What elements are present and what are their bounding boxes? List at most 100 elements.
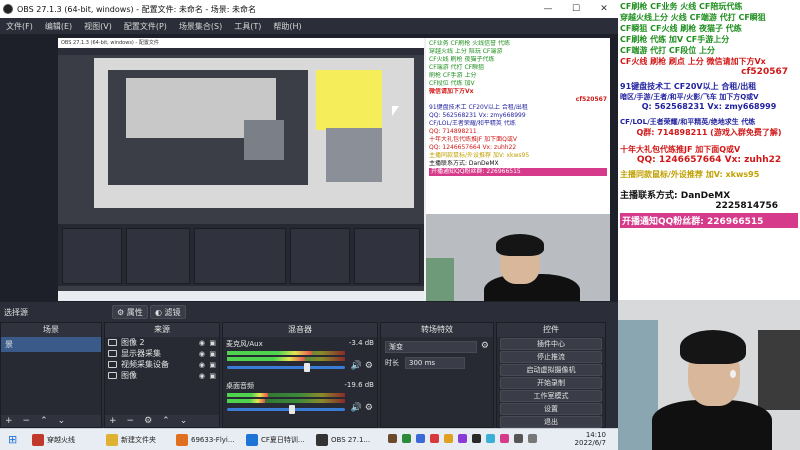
transition-select[interactable]: 渐变: [385, 341, 477, 353]
source-item[interactable]: 图像 ◉ ▣: [105, 370, 219, 381]
tray-app-icon[interactable]: [486, 434, 495, 443]
taskbar-clock[interactable]: 14:10 2022/6/7: [560, 431, 606, 447]
speaker-icon[interactable]: 🔊: [351, 403, 362, 413]
promo-line: 2225814756: [715, 201, 778, 211]
add-source-icon[interactable]: +: [109, 416, 117, 426]
source-down-icon[interactable]: ⌄: [180, 416, 188, 426]
tray-app-icon[interactable]: [388, 434, 397, 443]
source-settings-icon[interactable]: ⚙: [144, 416, 152, 426]
earphone-icon: [730, 370, 736, 378]
source-item-label: 图像 2: [121, 338, 145, 347]
tray-app-icon[interactable]: [402, 434, 411, 443]
source-item[interactable]: 图像 2 ◉ ▣: [105, 337, 219, 348]
stream-promo-overlay: CF刷枪 CF业务 火线 CF陪玩代练 穿越火线上分 火线 CF端游 代打 CF…: [618, 0, 800, 300]
menu-help[interactable]: 帮助(H): [273, 21, 301, 32]
preview-area[interactable]: OBS 27.1.3 (64-bit, windows) - 配置文件 CF业务…: [0, 34, 618, 302]
filters-label: 滤镜: [164, 308, 181, 317]
promo-line: 十年大礼包代练推JF 加下面Q或V: [429, 136, 517, 143]
promo-line: QQ: 714898211: [429, 128, 477, 135]
promo-line: 开播通知QQ粉丝群: 226966515: [620, 213, 798, 228]
sources-dock-title: 来源: [105, 323, 219, 337]
scene-up-icon[interactable]: ⌃: [40, 416, 48, 426]
taskbar-item[interactable]: OBS 27.1...: [316, 432, 370, 448]
taskbar-item[interactable]: CF夏日特训...: [246, 432, 305, 448]
promo-line: CF端游 代打 CF瞬狙: [429, 64, 485, 71]
start-virtual-camera-button[interactable]: 启动虚拟摄像机: [500, 364, 602, 376]
add-scene-icon[interactable]: +: [5, 416, 13, 426]
taskbar-item[interactable]: 新建文件夹: [106, 432, 156, 448]
volume-slider[interactable]: [227, 405, 345, 414]
scene-item[interactable]: 景: [1, 337, 101, 352]
taskbar-item[interactable]: 穿越火线: [32, 432, 75, 448]
mixer-channel-db: -19.6 dB: [344, 381, 374, 389]
nested-transitions-dock: [290, 228, 350, 284]
speaker-icon[interactable]: 🔊: [351, 361, 362, 371]
settings-button[interactable]: 设置: [500, 403, 602, 415]
plugin-center-button[interactable]: 插件中心: [500, 338, 602, 350]
tray-app-icon[interactable]: [444, 434, 453, 443]
scene-down-icon[interactable]: ⌄: [58, 416, 66, 426]
source-item[interactable]: 显示器采集 ◉ ▣: [105, 348, 219, 359]
studio-mode-button[interactable]: 工作室模式: [500, 390, 602, 402]
promo-line: CF/LOL/王者荣耀/和平精英 代练: [429, 120, 516, 127]
volume-slider-handle[interactable]: [288, 405, 295, 414]
start-recording-button[interactable]: 开始录制: [500, 377, 602, 389]
menu-profile[interactable]: 配置文件(P): [124, 21, 167, 32]
tray-app-icon[interactable]: [416, 434, 425, 443]
lock-icon[interactable]: ▣: [209, 371, 216, 382]
close-button[interactable]: ✕: [590, 0, 618, 18]
audio-meter: [227, 351, 345, 355]
promo-line: 穿越火线 上分 陪玩 CF端游: [429, 48, 503, 55]
transition-settings-icon[interactable]: ⚙: [481, 341, 489, 351]
tray-app-icon[interactable]: [430, 434, 439, 443]
tray-app-icon[interactable]: [514, 434, 523, 443]
webcam-background-chair: [758, 330, 800, 410]
start-menu-icon[interactable]: ⊞: [8, 433, 17, 446]
webcam-person-hair: [496, 234, 544, 256]
promo-line: QQ: 562568231 Vx: zmy668999: [429, 112, 526, 119]
gear-icon[interactable]: ⚙: [365, 361, 373, 371]
source-toolbar: 选择源 ⚙ 属性 ◐ 滤镜: [0, 303, 618, 321]
promo-line: 主播同款鼠标/外设推荐 加V: xkws95: [429, 152, 530, 159]
menu-file[interactable]: 文件(F): [6, 21, 33, 32]
tray-app-icon[interactable]: [528, 434, 537, 443]
gear-icon[interactable]: ⚙: [365, 403, 373, 413]
minimize-button[interactable]: —: [534, 0, 562, 18]
remove-source-icon[interactable]: −: [127, 416, 135, 426]
tray-app-icon[interactable]: [458, 434, 467, 443]
maximize-button[interactable]: ☐: [562, 0, 590, 18]
tray-app-icon[interactable]: [500, 434, 509, 443]
promo-line: CF刷枪 代练 加V CF手游上分: [620, 35, 730, 44]
stop-streaming-button[interactable]: 停止推流: [500, 351, 602, 363]
promo-line: 十年大礼包代练推JF 加下面Q或V: [620, 145, 741, 154]
volume-slider-handle[interactable]: [304, 363, 311, 372]
menu-edit[interactable]: 编辑(E): [45, 21, 72, 32]
menu-scene-collection[interactable]: 场景集合(S): [179, 21, 222, 32]
remove-scene-icon[interactable]: −: [23, 416, 31, 426]
visibility-eye-icon[interactable]: ◉: [199, 371, 205, 382]
filters-button[interactable]: ◐ 滤镜: [150, 305, 186, 319]
menu-bar: 文件(F) 编辑(E) 视图(V) 配置文件(P) 场景集合(S) 工具(T) …: [0, 18, 618, 34]
promo-line: cf520567: [575, 96, 607, 103]
source-up-icon[interactable]: ⌃: [162, 416, 170, 426]
source-item[interactable]: 视频采集设备 ◉ ▣: [105, 359, 219, 370]
audio-meter-level: [227, 393, 269, 397]
promo-line: Q群: 714898211 (游戏入群免费了解): [636, 128, 782, 137]
menu-view[interactable]: 视图(V): [84, 21, 112, 32]
canvas-promo-panel: CF业务 CF刷枪 火线信誉 代练 穿越火线 上分 陪玩 CF端游 CF火线 刷…: [426, 38, 610, 214]
promo-line: CF火线 刷枪 夜猫子代练: [429, 56, 495, 63]
scenes-dock-footer: + − ⌃ ⌄: [1, 415, 101, 427]
taskbar-item-label: OBS 27.1...: [331, 436, 371, 444]
properties-button[interactable]: ⚙ 属性: [112, 305, 148, 319]
tray-app-icon[interactable]: [472, 434, 481, 443]
duration-input[interactable]: 300 ms: [405, 357, 465, 369]
volume-slider[interactable]: [227, 363, 345, 372]
nested-title: OBS 27.1.3 (64-bit, windows) - 配置文件: [58, 38, 424, 48]
menu-tools[interactable]: 工具(T): [234, 21, 261, 32]
taskbar-item[interactable]: 69633-Flyi...: [176, 432, 235, 448]
obs-window: OBS 27.1.3 (64-bit, windows) - 配置文件: 未命名…: [0, 0, 618, 428]
sources-dock: 来源 图像 2 ◉ ▣ 显示器采集 ◉ ▣ 视频采集设备 ◉ ▣ 图像 ◉ ▣ + − ⚙ ⌃ ⌄: [104, 322, 220, 428]
exit-button[interactable]: 退出: [500, 416, 602, 428]
folder-icon: [106, 434, 118, 446]
preview-canvas[interactable]: OBS 27.1.3 (64-bit, windows) - 配置文件 CF业务…: [58, 38, 610, 301]
